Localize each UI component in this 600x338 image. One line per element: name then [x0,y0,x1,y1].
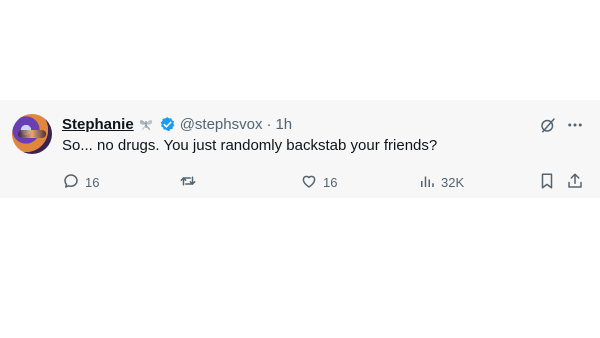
grok-icon [539,116,557,139]
more-icon [566,116,584,139]
avatar[interactable] [12,114,52,154]
reply-button[interactable]: 16 [62,172,99,193]
views-icon [418,172,436,193]
avatar-visor-detail [18,130,46,138]
more-button[interactable] [566,116,584,139]
repost-icon [179,172,197,193]
tweet-time[interactable]: 1h [275,116,292,133]
tweet-actions: 16 16 32K [0,172,600,192]
heart-icon [300,172,318,193]
tweet-text: So... no drugs. You just randomly backst… [62,137,438,154]
grok-button[interactable] [539,116,557,139]
views-count: 32K [441,175,465,190]
author-handle[interactable]: @stephsvox [180,116,263,133]
like-count: 16 [323,175,338,190]
verified-badge-icon[interactable] [159,116,176,133]
reply-count: 16 [85,175,100,190]
tweet-card[interactable]: Stephanie @stephsvox · 1h So... no drugs… [0,100,600,198]
like-button[interactable]: 16 [300,172,337,193]
tweet-header: Stephanie @stephsvox · 1h [62,114,292,134]
header-separator: · [266,115,272,133]
reply-icon [62,172,80,193]
share-icon [566,172,584,193]
author-name[interactable]: Stephanie [62,116,134,133]
repost-button[interactable] [179,172,202,193]
bookmark-icon [538,172,556,193]
butterfly-emoji-icon [138,116,154,132]
views-button[interactable]: 32K [418,172,464,193]
share-button[interactable] [566,172,584,193]
bookmark-button[interactable] [538,172,556,193]
